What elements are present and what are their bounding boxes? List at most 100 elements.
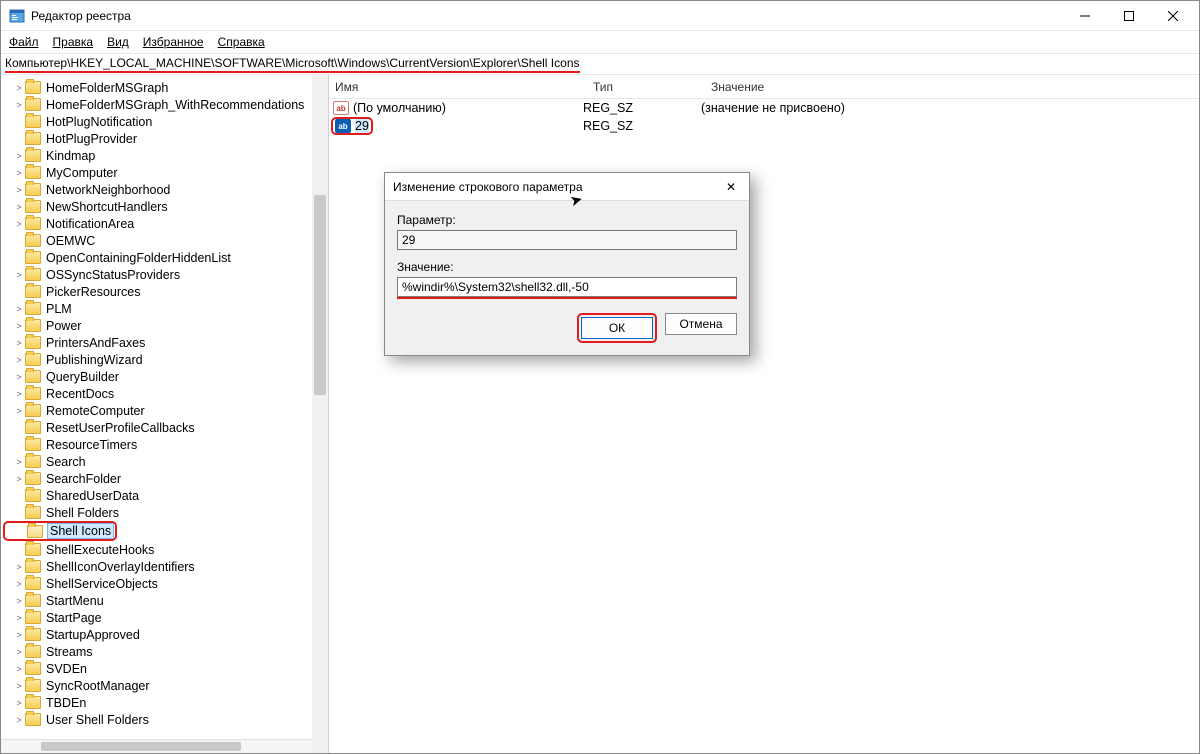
tree-item[interactable]: >NetworkNeighborhood bbox=[1, 181, 328, 198]
chevron-icon[interactable]: > bbox=[13, 100, 25, 110]
tree-item[interactable]: HotPlugProvider bbox=[1, 130, 328, 147]
tree-item[interactable]: >Search bbox=[1, 453, 328, 470]
address-bar[interactable]: Компьютер\HKEY_LOCAL_MACHINE\SOFTWARE\Mi… bbox=[1, 53, 1199, 75]
tree-pane[interactable]: >HomeFolderMSGraph>HomeFolderMSGraph_Wit… bbox=[1, 75, 329, 753]
tree-item[interactable]: >PublishingWizard bbox=[1, 351, 328, 368]
tree-item-label: MyComputer bbox=[46, 166, 118, 180]
chevron-icon[interactable]: > bbox=[13, 185, 25, 195]
tree-item[interactable]: >OSSyncStatusProviders bbox=[1, 266, 328, 283]
menu-favorites[interactable]: Избранное bbox=[143, 35, 204, 49]
menu-file[interactable]: Файл bbox=[9, 35, 39, 49]
menu-help[interactable]: Справка bbox=[218, 35, 265, 49]
maximize-button[interactable] bbox=[1107, 1, 1151, 31]
tree-item[interactable]: >StartMenu bbox=[1, 592, 328, 609]
tree-item-label: PickerResources bbox=[46, 285, 140, 299]
tree-item[interactable]: >QueryBuilder bbox=[1, 368, 328, 385]
chevron-icon[interactable]: > bbox=[13, 630, 25, 640]
folder-icon bbox=[25, 149, 41, 162]
tree-item[interactable]: >StartPage bbox=[1, 609, 328, 626]
tree-item[interactable]: >Streams bbox=[1, 643, 328, 660]
tree-item[interactable]: OpenContainingFolderHiddenList bbox=[1, 249, 328, 266]
chevron-icon[interactable]: > bbox=[13, 355, 25, 365]
tree-item[interactable]: >SearchFolder bbox=[1, 470, 328, 487]
tree-item[interactable]: >RemoteComputer bbox=[1, 402, 328, 419]
folder-icon bbox=[25, 472, 41, 485]
tree-item[interactable]: > MyComputer bbox=[1, 164, 328, 181]
tree-scrollbar[interactable] bbox=[312, 75, 328, 753]
chevron-icon[interactable]: > bbox=[13, 562, 25, 572]
chevron-icon[interactable]: > bbox=[13, 647, 25, 657]
ok-button[interactable]: ОК bbox=[581, 317, 653, 339]
tree-item[interactable]: ResourceTimers bbox=[1, 436, 328, 453]
param-field[interactable] bbox=[397, 230, 737, 250]
tree-item[interactable]: SharedUserData bbox=[1, 487, 328, 504]
chevron-icon[interactable]: > bbox=[13, 596, 25, 606]
cancel-button[interactable]: Отмена bbox=[665, 313, 737, 335]
tree-item[interactable]: ResetUserProfileCallbacks bbox=[1, 419, 328, 436]
chevron-icon[interactable]: > bbox=[13, 457, 25, 467]
tree-item[interactable]: >PLM bbox=[1, 300, 328, 317]
tree-item[interactable]: >HomeFolderMSGraph_WithRecommendations bbox=[1, 96, 328, 113]
tree-item[interactable]: >ShellIconOverlayIdentifiers bbox=[1, 558, 328, 575]
chevron-icon[interactable]: > bbox=[13, 168, 25, 178]
menu-view[interactable]: Вид bbox=[107, 35, 129, 49]
tree-item[interactable]: >RecentDocs bbox=[1, 385, 328, 402]
tree-item[interactable]: PickerResources bbox=[1, 283, 328, 300]
tree-item[interactable]: >SyncRootManager bbox=[1, 677, 328, 694]
value-row[interactable]: ab29REG_SZ bbox=[329, 117, 1199, 135]
tree-item[interactable]: >PrintersAndFaxes bbox=[1, 334, 328, 351]
chevron-icon[interactable]: > bbox=[13, 389, 25, 399]
tree-hscroll-thumb[interactable] bbox=[41, 742, 241, 751]
minimize-button[interactable] bbox=[1063, 1, 1107, 31]
tree-item[interactable]: >NewShortcutHandlers bbox=[1, 198, 328, 215]
tree-item[interactable]: > TBDEn bbox=[1, 694, 328, 711]
chevron-icon[interactable]: > bbox=[13, 202, 25, 212]
tree-item-label: Power bbox=[46, 319, 81, 333]
value-row[interactable]: ab(По умолчанию)REG_SZ(значение не присв… bbox=[329, 99, 1199, 117]
chevron-icon[interactable]: > bbox=[13, 270, 25, 280]
tree-item[interactable]: > Power bbox=[1, 317, 328, 334]
tree-item[interactable]: >SVDEn bbox=[1, 660, 328, 677]
chevron-icon[interactable]: > bbox=[13, 83, 25, 93]
folder-icon bbox=[25, 98, 41, 111]
col-value[interactable]: Значение bbox=[705, 80, 770, 94]
col-name[interactable]: Имя bbox=[329, 80, 587, 94]
tree-item[interactable]: ShellExecuteHooks bbox=[1, 541, 328, 558]
tree-item[interactable]: >StartupApproved bbox=[1, 626, 328, 643]
chevron-icon[interactable]: > bbox=[13, 579, 25, 589]
chevron-icon[interactable]: > bbox=[13, 338, 25, 348]
chevron-icon[interactable]: > bbox=[13, 304, 25, 314]
chevron-icon[interactable]: > bbox=[13, 372, 25, 382]
chevron-icon[interactable]: > bbox=[13, 219, 25, 229]
chevron-icon[interactable]: > bbox=[13, 474, 25, 484]
tree-hscrollbar[interactable] bbox=[1, 739, 312, 753]
col-type[interactable]: Тип bbox=[587, 80, 705, 94]
value-field[interactable] bbox=[397, 277, 737, 297]
tree-scroll-thumb[interactable] bbox=[314, 195, 326, 395]
chevron-icon[interactable]: > bbox=[13, 613, 25, 623]
folder-icon bbox=[25, 251, 41, 264]
tree-item[interactable]: >User Shell Folders bbox=[1, 711, 328, 728]
chevron-icon[interactable]: > bbox=[13, 664, 25, 674]
menu-edit[interactable]: Правка bbox=[53, 35, 94, 49]
tree-item[interactable]: >ShellServiceObjects bbox=[1, 575, 328, 592]
folder-icon bbox=[25, 679, 41, 692]
chevron-icon[interactable]: > bbox=[13, 151, 25, 161]
folder-icon bbox=[25, 234, 41, 247]
chevron-icon[interactable]: > bbox=[13, 406, 25, 416]
tree-item[interactable]: Shell Icons bbox=[3, 521, 117, 541]
string-icon: ab bbox=[333, 101, 349, 115]
tree-item[interactable]: OEMWC bbox=[1, 232, 328, 249]
dialog-close-button[interactable]: ✕ bbox=[721, 177, 741, 197]
tree-item[interactable]: HotPlugNotification bbox=[1, 113, 328, 130]
tree-item[interactable]: >HomeFolderMSGraph bbox=[1, 79, 328, 96]
close-button[interactable] bbox=[1151, 1, 1195, 31]
tree-item[interactable]: >NotificationArea bbox=[1, 215, 328, 232]
chevron-icon[interactable]: > bbox=[13, 698, 25, 708]
tree-item-label: TBDEn bbox=[46, 696, 86, 710]
tree-item[interactable]: >Kindmap bbox=[1, 147, 328, 164]
chevron-icon[interactable]: > bbox=[13, 715, 25, 725]
chevron-icon[interactable]: > bbox=[13, 681, 25, 691]
chevron-icon[interactable]: > bbox=[13, 321, 25, 331]
tree-item[interactable]: Shell Folders bbox=[1, 504, 328, 521]
